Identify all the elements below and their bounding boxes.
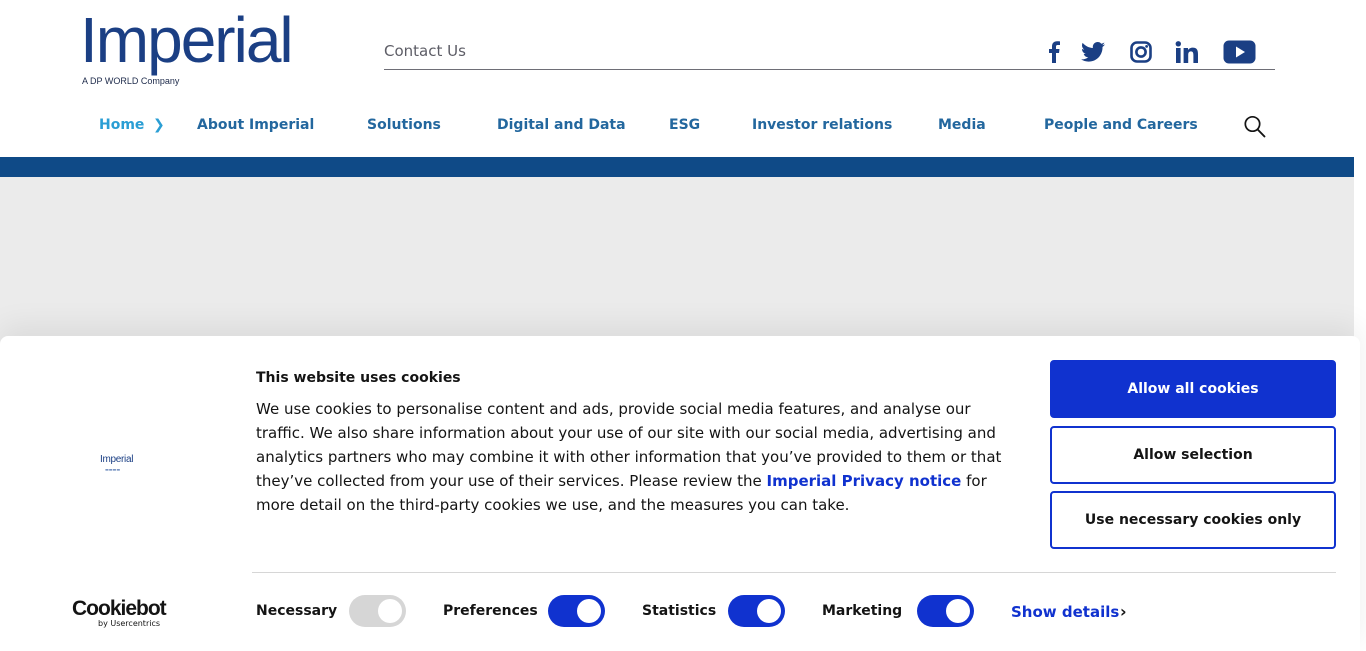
toggle-knob bbox=[757, 599, 781, 623]
cookie-title: This website uses cookies bbox=[256, 370, 461, 386]
allow-selection-button[interactable]: Allow selection bbox=[1050, 426, 1336, 484]
nav-solutions[interactable]: Solutions bbox=[367, 117, 441, 133]
banner-logo-tagline: ▬▬▬▬ bbox=[105, 467, 121, 472]
search-icon[interactable] bbox=[1243, 114, 1267, 140]
show-details-link[interactable]: Show details bbox=[1011, 603, 1119, 621]
marketing-label: Marketing bbox=[822, 603, 903, 619]
header-divider bbox=[384, 69, 1275, 70]
chevron-right-icon: › bbox=[1120, 602, 1127, 621]
allow-all-cookies-button[interactable]: Allow all cookies bbox=[1050, 360, 1336, 418]
preferences-toggle[interactable] bbox=[548, 595, 605, 627]
cookie-description: We use cookies to personalise content an… bbox=[256, 397, 1016, 517]
necessary-label: Necessary bbox=[256, 603, 338, 619]
toggle-knob bbox=[378, 599, 402, 623]
preferences-label: Preferences bbox=[443, 603, 538, 619]
hero-band bbox=[0, 157, 1354, 177]
necessary-toggle bbox=[349, 595, 406, 627]
cookiebot-wordmark: Cookiebot bbox=[72, 597, 167, 620]
nav-home[interactable]: Home bbox=[99, 117, 144, 133]
linkedin-icon[interactable] bbox=[1174, 38, 1200, 66]
imperial-logo[interactable]: Imperial A DP WORLD Company bbox=[80, 4, 314, 88]
nav-about-imperial[interactable]: About Imperial bbox=[197, 117, 314, 133]
contact-us-link[interactable]: Contact Us bbox=[384, 42, 466, 60]
twitter-icon[interactable] bbox=[1080, 38, 1106, 66]
nav-esg[interactable]: ESG bbox=[669, 117, 700, 133]
marketing-toggle[interactable] bbox=[917, 595, 974, 627]
privacy-notice-link[interactable]: Imperial Privacy notice bbox=[767, 472, 962, 490]
banner-brand-logo: Imperial bbox=[100, 454, 134, 465]
chevron-right-icon: ❯ bbox=[153, 117, 165, 133]
toggle-knob bbox=[946, 599, 970, 623]
nav-media[interactable]: Media bbox=[938, 117, 986, 133]
instagram-icon[interactable] bbox=[1128, 38, 1154, 66]
logo-wordmark: Imperial bbox=[80, 4, 294, 76]
youtube-icon[interactable] bbox=[1221, 38, 1257, 66]
statistics-label: Statistics bbox=[642, 603, 717, 619]
cookiebot-byline: by Usercentrics bbox=[98, 619, 161, 628]
cookiebot-logo[interactable]: Cookiebot by Usercentrics bbox=[72, 597, 182, 631]
cookie-divider bbox=[252, 572, 1336, 573]
nav-people-and-careers[interactable]: People and Careers bbox=[1044, 117, 1198, 133]
nav-digital-and-data[interactable]: Digital and Data bbox=[497, 117, 626, 133]
nav-investor-relations[interactable]: Investor relations bbox=[752, 117, 892, 133]
facebook-icon[interactable] bbox=[1045, 38, 1063, 66]
toggle-knob bbox=[577, 599, 601, 623]
cookie-banner: Imperial ▬▬▬▬ This website uses cookies … bbox=[0, 336, 1360, 651]
necessary-cookies-only-button[interactable]: Use necessary cookies only bbox=[1050, 491, 1336, 549]
logo-tagline: A DP WORLD Company bbox=[82, 76, 180, 86]
statistics-toggle[interactable] bbox=[728, 595, 785, 627]
